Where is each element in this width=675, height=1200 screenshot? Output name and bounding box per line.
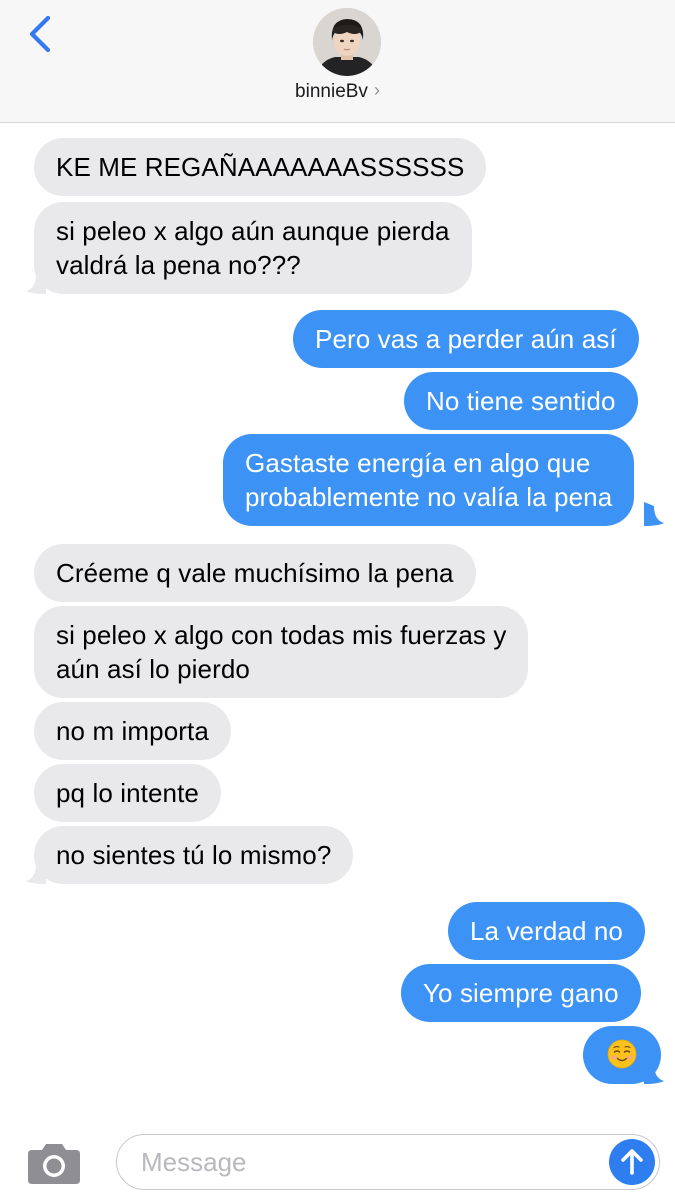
received-message[interactable]: no m importa xyxy=(34,702,231,760)
sent-message[interactable]: Yo siempre gano xyxy=(401,964,641,1022)
sent-message[interactable]: Gastaste energía en algo que probablemen… xyxy=(223,434,635,526)
message-text-line: Gastaste energía en algo que xyxy=(245,448,591,478)
received-message[interactable]: no sientes tú lo mismo? xyxy=(34,826,354,884)
chevron-right-icon: › xyxy=(373,80,380,100)
message-text: no sientes tú lo mismo? xyxy=(56,840,332,870)
message-text: No tiene sentido xyxy=(426,386,616,416)
message-text: Yo siempre gano xyxy=(423,978,619,1008)
message-text: no m importa xyxy=(56,716,209,746)
smiling-face-emoji xyxy=(607,1039,637,1069)
compose-bar xyxy=(0,1122,675,1200)
bubble-tail xyxy=(26,270,46,294)
conversation-header: binnieBv › xyxy=(0,0,675,123)
sent-message[interactable]: Pero vas a perder aún así xyxy=(293,310,639,368)
message-text-line: si peleo x algo con todas mis fuerzas y xyxy=(56,620,507,650)
sent-message[interactable]: La verdad no xyxy=(448,902,645,960)
camera-button[interactable] xyxy=(26,1140,82,1186)
received-message[interactable]: si peleo x algo aún aunque pierda valdrá… xyxy=(34,202,472,294)
bubble-tail xyxy=(644,1060,664,1084)
received-message[interactable]: si peleo x algo con todas mis fuerzas y … xyxy=(34,606,529,698)
contact-name-button[interactable]: binnieBv › xyxy=(0,80,675,103)
message-text: KE ME REGAÑAAAAAAASSSSSS xyxy=(56,152,465,182)
received-message[interactable]: KE ME REGAÑAAAAAAASSSSSS xyxy=(34,138,487,196)
message-text: pq lo intente xyxy=(56,778,199,808)
arrow-up-icon xyxy=(621,1149,643,1175)
bubble-tail xyxy=(26,860,46,884)
contact-name: binnieBv xyxy=(295,81,368,102)
message-text-line: si peleo x algo aún aunque pierda xyxy=(56,216,450,246)
message-text: Créeme q vale muchísimo la pena xyxy=(56,558,454,588)
message-text: Pero vas a perder aún así xyxy=(315,324,617,354)
send-button[interactable] xyxy=(609,1139,655,1185)
camera-icon xyxy=(28,1144,80,1184)
message-input-field[interactable] xyxy=(116,1134,660,1190)
sent-message[interactable]: No tiene sentido xyxy=(404,372,638,430)
message-thread[interactable]: KE ME REGAÑAAAAAAASSSSSS si peleo x algo… xyxy=(0,122,675,1122)
received-message[interactable]: pq lo intente xyxy=(34,764,221,822)
chevron-left-icon xyxy=(29,15,51,53)
message-text-line: aún así lo pierdo xyxy=(56,654,250,684)
imessage-screen: binnieBv › KE ME REGAÑAAAAAAASSSSSS si pe… xyxy=(0,0,675,1200)
message-text: La verdad no xyxy=(470,916,623,946)
avatar-photo xyxy=(313,8,381,76)
message-input[interactable] xyxy=(139,1141,583,1183)
bubble-tail xyxy=(644,502,664,526)
back-button[interactable] xyxy=(22,12,62,56)
contact-avatar[interactable] xyxy=(313,8,381,76)
received-message[interactable]: Créeme q vale muchísimo la pena xyxy=(34,544,476,602)
message-text-line: probablemente no valía la pena xyxy=(245,482,613,512)
message-text-line: valdrá la pena no??? xyxy=(56,250,301,280)
